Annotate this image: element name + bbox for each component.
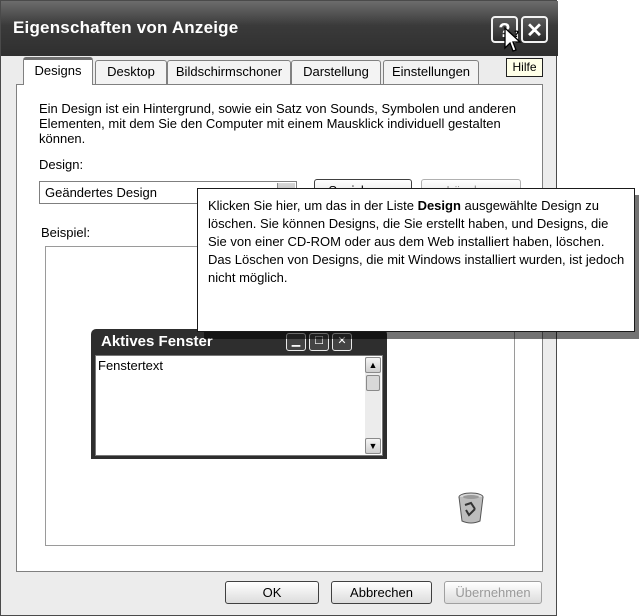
scroll-up-icon: ▲: [365, 357, 381, 373]
tab-settings[interactable]: Einstellungen: [383, 60, 479, 84]
window-title: Eigenschaften von Anzeige: [13, 18, 239, 37]
preview-window-text: Fenstertext: [98, 358, 164, 373]
mouse-cursor-icon: ?: [503, 26, 525, 59]
designs-description: Ein Design ist ein Hintergrund, sowie ei…: [39, 101, 516, 146]
preview-scrollbar: ▲ ▼: [365, 357, 381, 454]
apply-button[interactable]: Übernehmen: [444, 581, 542, 604]
svg-text:?: ?: [514, 30, 519, 40]
design-select-value: Geändertes Design: [45, 185, 158, 200]
help-text-bold: Design: [417, 198, 461, 213]
help-tooltip: Hilfe: [506, 58, 543, 77]
delete-help-popup: Klicken Sie hier, um das in der Liste De…: [197, 188, 635, 332]
close-icon: ✕: [526, 20, 543, 42]
ok-button[interactable]: OK: [225, 581, 319, 604]
maximize-icon: ☐: [309, 333, 329, 351]
tab-appearance[interactable]: Darstellung: [291, 60, 381, 84]
cancel-button[interactable]: Abbrechen: [331, 581, 432, 604]
close-button[interactable]: ✕: [521, 16, 548, 43]
tab-desktop[interactable]: Desktop: [95, 60, 167, 84]
design-label: Design:: [39, 157, 84, 172]
scroll-down-icon: ▼: [365, 438, 381, 454]
preview-active-window: Aktives Fenster ▁ ☐ ✕ Fenstertext ▲ ▼: [91, 329, 387, 459]
tab-designs[interactable]: Designs: [23, 57, 93, 85]
help-text-part: Klicken Sie hier, um das in der Liste: [208, 198, 418, 213]
minimize-icon: ▁: [286, 333, 306, 351]
scroll-thumb: [366, 375, 380, 391]
title-bar[interactable]: Eigenschaften von Anzeige ? ✕: [1, 1, 558, 56]
tab-screensaver[interactable]: Bildschirmschoner: [167, 60, 291, 84]
close-icon: ✕: [332, 333, 352, 351]
preview-window-title: Aktives Fenster: [101, 333, 213, 350]
preview-window-body: Fenstertext ▲ ▼: [95, 355, 383, 456]
recycle-bin-icon: [455, 491, 487, 525]
example-label: Beispiel:: [41, 225, 91, 240]
delete-help-text: Klicken Sie hier, um das in der Liste De…: [208, 197, 628, 287]
